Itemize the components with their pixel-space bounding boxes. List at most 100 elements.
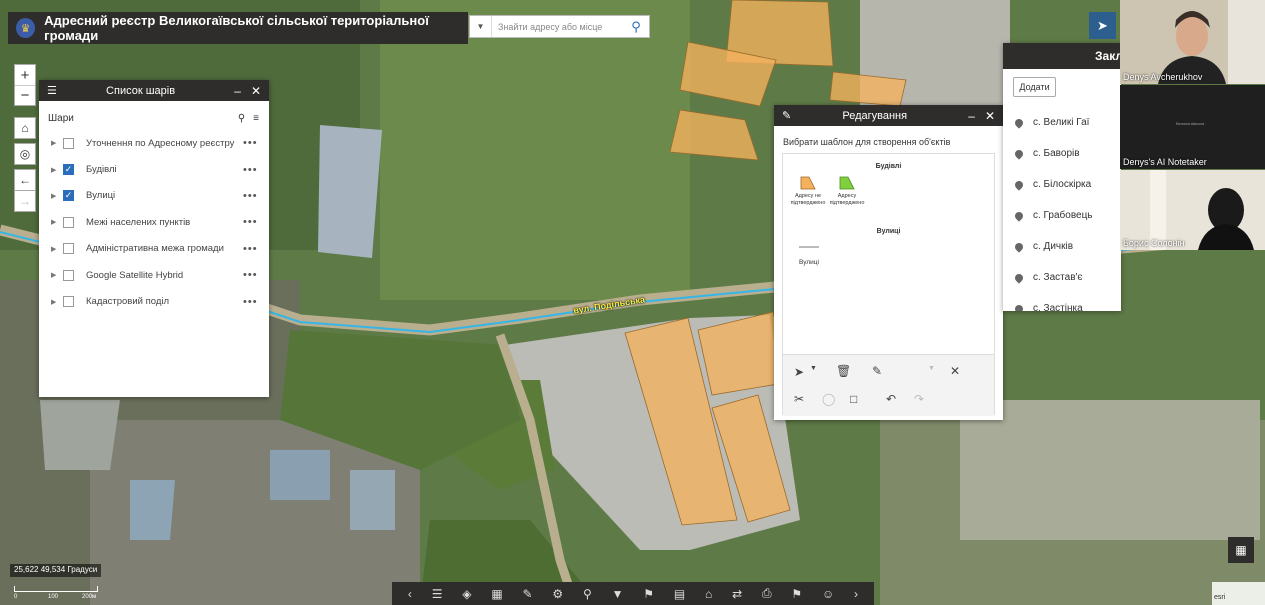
layer-row[interactable]: ▶ ✓ Будівлі ••• <box>39 156 269 182</box>
layer-row[interactable]: ▶ Кадастровий поділ ••• <box>39 288 269 314</box>
template-streets[interactable]: Вулиці <box>791 244 827 272</box>
close-icon[interactable]: ✕ <box>251 84 261 98</box>
layer-checkbox[interactable] <box>63 216 74 228</box>
layer-row[interactable]: ▶ Адміністративна межа громади ••• <box>39 236 269 262</box>
participant-name: Denys's AI Notetaker <box>1123 157 1207 167</box>
document-icon[interactable]: ▤ <box>674 587 685 601</box>
basemap-gallery-icon[interactable]: ▦ <box>491 587 502 601</box>
esri-watermark: esri <box>1212 582 1265 605</box>
expand-arrow-icon[interactable]: ▶ <box>51 192 63 200</box>
reshape-icon[interactable]: ◯ <box>822 392 835 406</box>
delete-icon[interactable]: 🗑 <box>836 364 851 378</box>
bookmark-item[interactable]: с. Застінка <box>1003 293 1121 311</box>
more-options-icon[interactable]: ••• <box>243 243 269 255</box>
bookmark-item[interactable]: с. Великі Гаї <box>1003 107 1121 138</box>
more-options-icon[interactable]: ••• <box>243 137 269 149</box>
cancel-icon[interactable]: ✕ <box>950 364 960 378</box>
more-options-icon[interactable]: ••• <box>243 216 269 228</box>
layer-checkbox[interactable]: ✓ <box>63 164 74 176</box>
bookmark-item[interactable]: с. Дичків <box>1003 231 1121 262</box>
template-label: Вулиці <box>799 259 819 266</box>
zoom-out-button[interactable]: − <box>15 85 35 105</box>
expand-arrow-icon[interactable]: ▶ <box>51 166 63 174</box>
swap-icon[interactable]: ⇄ <box>732 587 742 601</box>
select-arrow-icon[interactable]: ➤ <box>794 365 804 379</box>
expand-arrow-icon[interactable]: ▶ <box>51 271 63 279</box>
forward-arrow-icon[interactable]: → <box>14 190 36 212</box>
layer-checkbox[interactable] <box>63 137 74 149</box>
back-arrow-icon[interactable]: ← <box>14 169 36 191</box>
expand-arrow-icon[interactable]: ▶ <box>51 245 63 253</box>
pin-icon <box>1013 116 1025 129</box>
bookmark-label: с. Застав'є <box>1033 272 1083 283</box>
chevron-down-icon[interactable]: ▼ <box>928 365 935 372</box>
chevron-left-icon[interactable]: ‹ <box>408 587 412 601</box>
participant-name: Борис Солонін <box>1123 238 1185 248</box>
template-unconfirmed[interactable]: Адресу не підтверджено <box>790 176 826 221</box>
query-icon[interactable]: ⚲ <box>583 587 592 601</box>
close-icon[interactable]: ✕ <box>985 109 995 123</box>
layer-name: Будівлі <box>86 164 117 176</box>
more-options-icon[interactable]: ••• <box>243 296 269 308</box>
layer-checkbox[interactable]: ✓ <box>63 190 74 202</box>
layer-row[interactable]: ▶ ✓ Вулиці ••• <box>39 183 269 209</box>
minimize-icon[interactable]: – <box>968 109 975 123</box>
bookmark-icon[interactable]: ⚑ <box>791 587 802 601</box>
more-options-icon[interactable]: ••• <box>243 164 269 176</box>
expand-arrow-icon[interactable]: ▶ <box>51 139 63 147</box>
more-options-icon[interactable]: ••• <box>243 190 269 202</box>
edit-tool-icon[interactable]: ⚑ <box>643 587 654 601</box>
filter-icon[interactable]: ▼ <box>612 587 624 601</box>
bookmark-item[interactable]: с. Застав'є <box>1003 262 1121 293</box>
share-icon[interactable]: ➤ <box>1089 12 1116 39</box>
locate-icon[interactable]: ◎ <box>14 143 36 165</box>
cut-icon[interactable]: ✂ <box>794 392 804 406</box>
layers-section-title: Шари <box>48 113 74 124</box>
search-source-dropdown[interactable]: ▼ <box>470 16 492 37</box>
print-icon[interactable]: ⎙ <box>762 586 772 601</box>
chevron-right-icon[interactable]: › <box>854 587 858 601</box>
pencil-icon[interactable]: ✎ <box>872 364 882 378</box>
home-icon[interactable]: ⌂ <box>705 587 712 601</box>
expand-arrow-icon[interactable]: ▶ <box>51 218 63 226</box>
add-bookmark-button[interactable]: Додати <box>1013 77 1056 97</box>
more-options-icon[interactable]: ••• <box>243 269 269 281</box>
layer-checkbox[interactable] <box>63 269 74 281</box>
layer-row[interactable]: ▶ Уточнення по Адресному реєстру ••• <box>39 130 269 156</box>
layer-row[interactable]: ▶ Google Satellite Hybrid ••• <box>39 262 269 288</box>
building-unconfirmed-swatch <box>800 176 816 190</box>
pin-icon <box>1013 302 1025 311</box>
template-confirmed[interactable]: Адресу підтверджено <box>829 176 865 221</box>
layers-icon: ☰ <box>47 85 57 97</box>
about-icon[interactable]: ☺ <box>822 587 834 601</box>
search-icon[interactable]: ⚲ <box>623 16 649 37</box>
search-icon[interactable]: ⚲ <box>238 113 245 124</box>
attribute-table-icon[interactable]: ▦ <box>1228 537 1254 563</box>
pin-icon <box>1013 240 1025 253</box>
bookmark-label: с. Баворів <box>1033 148 1080 159</box>
layer-checkbox[interactable] <box>63 243 74 255</box>
edit-toolbar: ➤ ▼ 🗑 ✎ ▼ ✕ ✂ ◯ □ ↶ ↷ <box>783 354 994 416</box>
bookmark-label: с. Великі Гаї <box>1033 117 1090 128</box>
filter-icon[interactable]: ≡ <box>253 113 259 124</box>
expand-arrow-icon[interactable]: ▶ <box>51 298 63 306</box>
zoom-in-button[interactable]: + <box>15 65 35 85</box>
layer-name: Кадастровий поділ <box>86 296 170 308</box>
layer-row[interactable]: ▶ Межі населених пунктів ••• <box>39 209 269 235</box>
bookmark-item[interactable]: с. Грабовець <box>1003 200 1121 231</box>
bookmark-item[interactable]: с. Білоскірка <box>1003 169 1121 200</box>
redo-icon[interactable]: ↷ <box>914 392 924 406</box>
vertex-edit-icon[interactable]: □ <box>850 392 857 406</box>
chevron-down-icon[interactable]: ▼ <box>810 365 817 372</box>
layer-checkbox[interactable] <box>63 296 74 308</box>
analysis-icon[interactable]: ⚙ <box>552 587 563 601</box>
minimize-icon[interactable]: – <box>234 84 241 98</box>
list-icon[interactable]: ☰ <box>432 587 443 601</box>
bookmark-item[interactable]: с. Баворів <box>1003 138 1121 169</box>
undo-icon[interactable]: ↶ <box>886 392 896 406</box>
home-icon[interactable]: ⌂ <box>14 117 36 139</box>
search-input[interactable]: Знайти адресу або місце <box>492 22 623 32</box>
draw-icon[interactable]: ✎ <box>523 587 533 601</box>
layers-icon[interactable]: ◈ <box>462 587 471 601</box>
pin-icon <box>1013 271 1025 284</box>
